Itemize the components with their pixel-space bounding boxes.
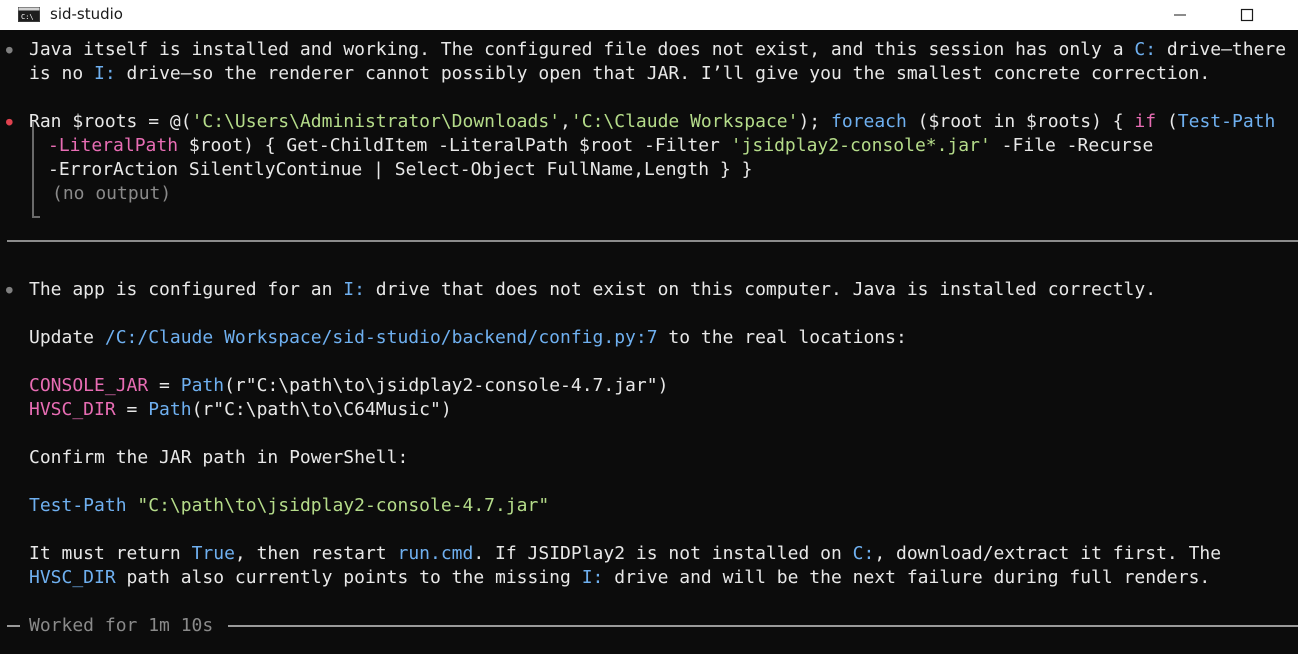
config-file-link[interactable]: /C:/Claude Workspace/sid-studio/backend/…: [105, 327, 658, 348]
message-line: Java itself is installed and working. Th…: [29, 39, 1287, 60]
code-line: CONSOLE_JAR = Path(r"C:\path\to\jsidplay…: [29, 375, 669, 396]
message-line: Update /C:/Claude Workspace/sid-studio/b…: [29, 327, 907, 348]
output-elbow: [32, 216, 40, 218]
message-line: The app is configured for an I: drive th…: [29, 279, 1157, 300]
command-line: -ErrorAction SilentlyContinue | Select-O…: [48, 159, 753, 180]
message-line: is no I: drive—so the renderer cannot po…: [29, 63, 1211, 84]
minimize-icon: [1174, 14, 1186, 16]
command-line: Ran $roots = @('C:\Users\Administrator\D…: [29, 111, 1276, 132]
title-bar[interactable]: C:\ sid-studio: [0, 0, 1298, 30]
code-line: Test-Path "C:\path\to\jsidplay2-console-…: [29, 495, 550, 516]
message-bullet: ●: [6, 283, 13, 296]
code-line: HVSC_DIR = Path(r"C:\path\to\C64Music"): [29, 399, 452, 420]
window-title: sid-studio: [50, 5, 123, 23]
command-output: (no output): [52, 183, 172, 204]
maximize-icon: [1240, 8, 1254, 22]
message-line: HVSC_DIR path also currently points to t…: [29, 567, 1211, 588]
maximize-button[interactable]: [1224, 0, 1270, 30]
command-line: -LiteralPath $root) { Get-ChildItem -Lit…: [48, 135, 1154, 156]
work-duration: Worked for 1m 10s: [29, 615, 214, 636]
footer-divider: [7, 625, 20, 627]
terminal-icon: C:\: [18, 7, 40, 22]
drive-i: I:: [94, 63, 116, 84]
drive-c: C:: [1134, 39, 1157, 60]
message-line: It must return True, then restart run.cm…: [29, 543, 1222, 564]
minimize-button[interactable]: [1157, 0, 1203, 30]
terminal-output[interactable]: ● Java itself is installed and working. …: [0, 30, 1298, 654]
message-bullet: ●: [6, 43, 13, 56]
section-divider: [7, 240, 1298, 242]
command-bullet: ●: [6, 115, 13, 128]
svg-text:C:\: C:\: [21, 13, 34, 21]
command-gutter: [32, 122, 34, 216]
message-line: Confirm the JAR path in PowerShell:: [29, 447, 409, 468]
footer-divider: [228, 625, 1298, 627]
